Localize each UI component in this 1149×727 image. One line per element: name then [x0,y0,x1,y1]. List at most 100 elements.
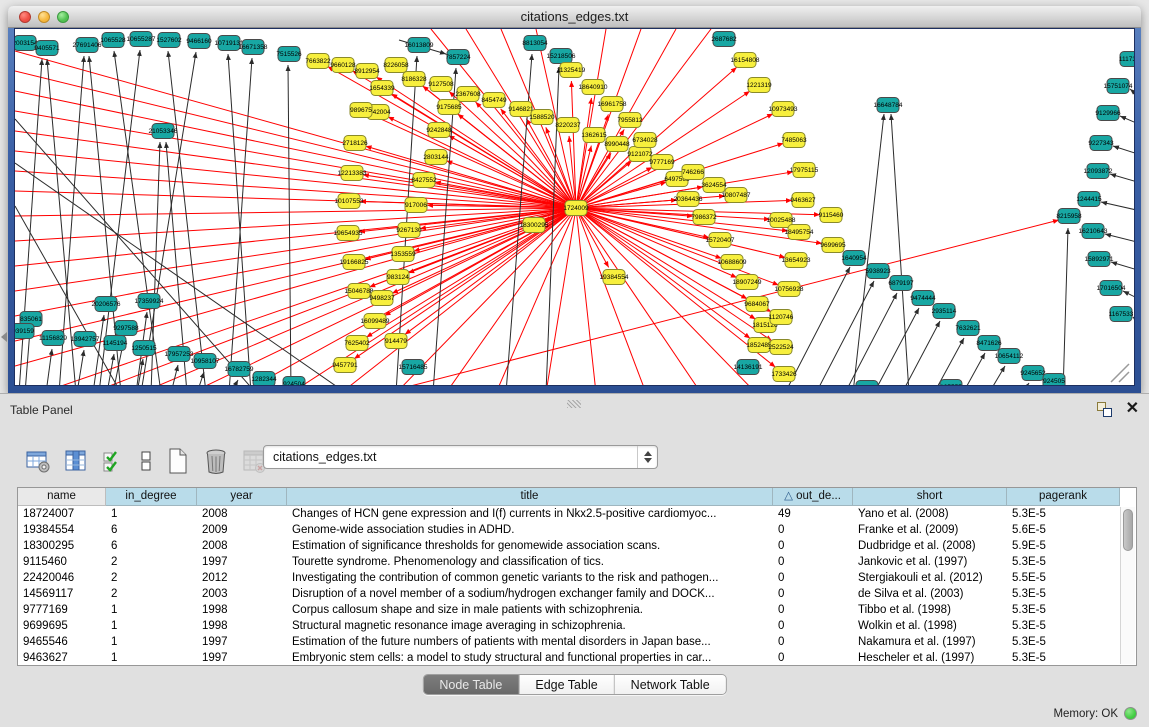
table-cell[interactable]: Stergiakouli et al. (2012) [853,570,1007,586]
table-cell[interactable]: Nakamura et al. (1997) [853,634,1007,650]
column-header-out-de-[interactable]: △ out_de... [773,488,853,506]
table-cell[interactable]: Investigating the contribution of common… [287,570,773,586]
table-cell[interactable]: Structural magnetic resonance image aver… [287,618,773,634]
window-titlebar[interactable]: citations_edges.txt [8,6,1141,28]
table-cell[interactable]: 5.3E-5 [1007,506,1120,522]
table-cell[interactable]: 22420046 [18,570,106,586]
table-cell[interactable]: 9115460 [18,554,106,570]
table-cell[interactable]: 9777169 [18,602,106,618]
table-cell[interactable]: 5.6E-5 [1007,522,1120,538]
table-row[interactable]: 1830029562008Estimation of significance … [18,538,1136,554]
table-cell[interactable]: 9465546 [18,634,106,650]
table-cell[interactable]: 6 [106,522,197,538]
show-columns-button[interactable] [62,447,90,475]
table-row[interactable]: 2242004622012Investigating the contribut… [18,570,1136,586]
table-cell[interactable]: 14569117 [18,586,106,602]
table-row[interactable]: 1872400712008Changes of HCN gene express… [18,506,1136,522]
tab-network-table[interactable]: Network Table [615,675,726,694]
table-cell[interactable]: Dudbridge et al. (2008) [853,538,1007,554]
table-settings-button[interactable] [24,447,52,475]
table-cell[interactable]: 5.3E-5 [1007,602,1120,618]
memory-ok-indicator[interactable] [1124,707,1137,720]
table-cell[interactable]: 5.3E-5 [1007,650,1120,666]
delete-rows-button[interactable] [202,447,230,475]
table-cell[interactable]: Tibbo et al. (1998) [853,602,1007,618]
table-cell[interactable]: 2 [106,586,197,602]
table-cell[interactable]: 1997 [197,554,287,570]
table-cell[interactable]: 5.3E-5 [1007,554,1120,570]
table-cell[interactable]: 2009 [197,522,287,538]
table-cell[interactable]: 5.3E-5 [1007,618,1120,634]
table-cell[interactable]: 5.3E-5 [1007,634,1120,650]
table-cell[interactable]: 0 [773,634,853,650]
table-cell[interactable]: 1997 [197,634,287,650]
table-cell[interactable]: 6 [106,538,197,554]
row-height-button[interactable] [138,447,154,475]
table-cell[interactable]: 0 [773,586,853,602]
column-header-short[interactable]: short [853,488,1007,506]
table-cell[interactable]: Estimation of the future numbers of pati… [287,634,773,650]
float-panel-icon[interactable] [1097,402,1112,417]
network-canvas[interactable]: 2003154940557127691406106552810655287152… [14,28,1135,386]
table-cell[interactable]: 0 [773,538,853,554]
table-cell[interactable]: 1 [106,618,197,634]
table-cell[interactable]: 19384554 [18,522,106,538]
table-cell[interactable]: Hescheler et al. (1997) [853,650,1007,666]
table-cell[interactable]: Changes of HCN gene expression and I(f) … [287,506,773,522]
table-cell[interactable]: Disruption of a novel member of a sodium… [287,586,773,602]
table-cell[interactable]: Corpus callosum shape and size in male p… [287,602,773,618]
table-row[interactable]: 1456911722003Disruption of a novel membe… [18,586,1136,602]
table-cell[interactable]: 9463627 [18,650,106,666]
combo-stepper-icon[interactable] [637,446,657,468]
table-cell[interactable]: 0 [773,650,853,666]
table-cell[interactable]: de Silva et al. (2003) [853,586,1007,602]
table-cell[interactable]: 2 [106,570,197,586]
table-cell[interactable]: 1998 [197,618,287,634]
table-cell[interactable]: Embryonic stem cells: a model to study s… [287,650,773,666]
table-row[interactable]: 946362711997Embryonic stem cells: a mode… [18,650,1136,666]
table-cell[interactable]: Franke et al. (2009) [853,522,1007,538]
column-header-in-degree[interactable]: in_degree [106,488,197,506]
tab-edge-table[interactable]: Edge Table [519,675,614,694]
table-cell[interactable]: 1 [106,602,197,618]
table-cell[interactable]: 18724007 [18,506,106,522]
table-cell[interactable]: 2003 [197,586,287,602]
column-header-name[interactable]: name [18,488,106,506]
table-cell[interactable]: Yano et al. (2008) [853,506,1007,522]
table-cell[interactable]: 1997 [197,650,287,666]
table-cell[interactable]: 1998 [197,602,287,618]
table-cell[interactable]: 0 [773,570,853,586]
canvas-resize-handle[interactable] [1111,364,1129,382]
table-cell[interactable]: 2008 [197,506,287,522]
table-cell[interactable]: Genome-wide association studies in ADHD. [287,522,773,538]
table-cell[interactable]: Wolkin et al. (1998) [853,618,1007,634]
tab-node-table[interactable]: Node Table [423,675,519,694]
table-cell[interactable]: 2012 [197,570,287,586]
table-cell[interactable]: Jankovic et al. (1997) [853,554,1007,570]
table-row[interactable]: 911546021997Tourette syndrome. Phenomeno… [18,554,1136,570]
table-cell[interactable]: Estimation of significance thresholds fo… [287,538,773,554]
table-cell[interactable]: Tourette syndrome. Phenomenology and cla… [287,554,773,570]
close-panel-icon[interactable]: ✕ [1126,401,1139,417]
table-cell[interactable]: 1 [106,506,197,522]
table-cell[interactable]: 0 [773,602,853,618]
scrollbar-thumb[interactable] [1123,509,1133,551]
table-cell[interactable]: 18300295 [18,538,106,554]
new-table-button[interactable] [164,447,192,475]
column-header-year[interactable]: year [197,488,287,506]
table-cell[interactable]: 1 [106,650,197,666]
table-row[interactable]: 1938455462009Genome-wide association stu… [18,522,1136,538]
table-cell[interactable]: 5.3E-5 [1007,586,1120,602]
table-cell[interactable]: 2008 [197,538,287,554]
table-cell[interactable]: 0 [773,522,853,538]
table-cell[interactable]: 2 [106,554,197,570]
select-columns-button[interactable] [100,447,128,475]
table-cell[interactable]: 5.5E-5 [1007,570,1120,586]
column-header-pagerank[interactable]: pagerank [1007,488,1120,506]
table-row[interactable]: 977716911998Corpus callosum shape and si… [18,602,1136,618]
table-cell[interactable]: 0 [773,618,853,634]
table-cell[interactable]: 49 [773,506,853,522]
column-header-title[interactable]: title [287,488,773,506]
table-cell[interactable]: 5.9E-5 [1007,538,1120,554]
table-row[interactable]: 969969511998Structural magnetic resonanc… [18,618,1136,634]
